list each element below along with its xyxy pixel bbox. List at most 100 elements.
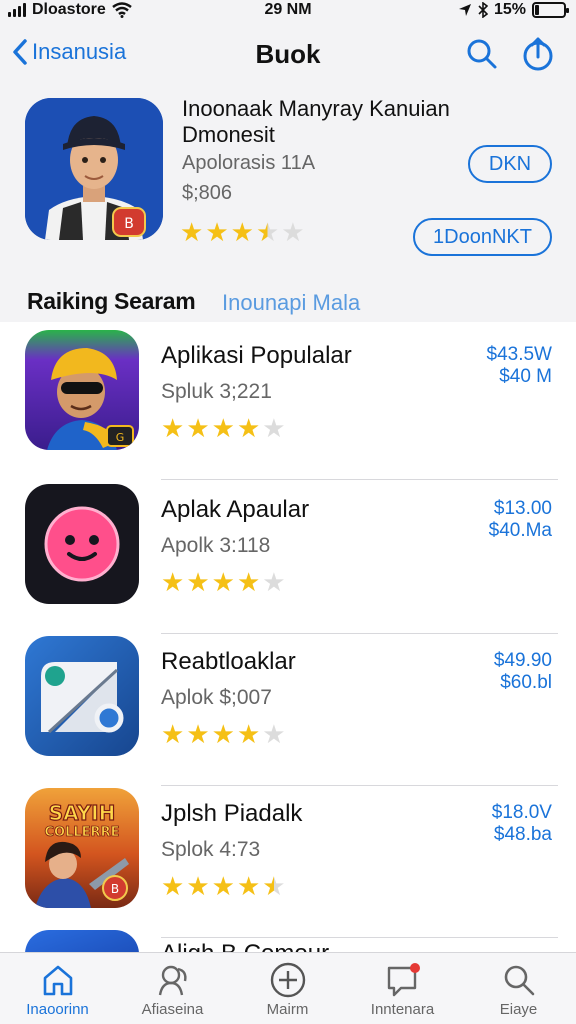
featured-app-rating: ★ ★ ★ ★ ★ — [180, 220, 305, 246]
star-icon: ★ — [161, 720, 185, 750]
app-list-item[interactable]: G Aplikasi Populalar Spluk 3;221 ★ ★ ★ ★ ★ $… — [0, 330, 576, 480]
star-icon: ★ — [186, 720, 210, 750]
tab-people[interactable]: Afiaseina — [115, 953, 230, 1024]
battery-percent: 15% — [493, 1, 526, 18]
app-price-primary: $13.00 — [493, 498, 552, 519]
app-icon-smiley[interactable] — [25, 484, 139, 604]
app-subtitle: Splok 4:73 — [161, 838, 261, 861]
star-icon: ★ — [262, 568, 286, 598]
app-price-secondary: $60.bl — [500, 672, 552, 693]
home-icon — [40, 962, 76, 998]
search-button[interactable] — [464, 36, 500, 72]
tab-label: Mairm — [266, 1001, 309, 1018]
app-rating: ★ ★ ★ ★ ★ — [161, 874, 286, 900]
app-icon-game[interactable]: SAYIH COLLERRE B — [25, 788, 139, 908]
app-title: Aplikasi Populalar — [161, 342, 352, 369]
section-header: Raiking Searam Inounapi Mala — [0, 286, 576, 320]
star-icon: ★ — [161, 414, 185, 444]
section-see-all-link[interactable]: Inounapi Mala — [222, 290, 360, 316]
game-icon-word-2: COLLERRE — [45, 825, 120, 840]
app-price-secondary: $48.ba — [493, 824, 552, 845]
featured-app[interactable]: B Inoonaak Manyray Kanuian Dmonesit Apol… — [0, 96, 576, 256]
star-icon: ★ — [262, 720, 286, 750]
search-icon — [467, 39, 497, 69]
tab-label: Eiaye — [499, 1001, 538, 1018]
star-icon: ★ — [211, 568, 235, 598]
app-price-secondary: $40 M — [499, 366, 552, 387]
diagonal-shape-icon — [25, 636, 139, 756]
star-icon: ★ — [211, 720, 235, 750]
app-list-item[interactable]: Aplak Apaular Apolk 3:118 ★ ★ ★ ★ ★ $13.00 $… — [0, 484, 576, 634]
game-adventure-icon: SAYIH COLLERRE B — [25, 788, 139, 908]
svg-text:B: B — [111, 882, 119, 896]
chat-badge-icon — [385, 962, 421, 998]
status-right: 15% — [458, 1, 569, 19]
tab-label: Inntenara — [370, 1001, 435, 1018]
app-rating: ★ ★ ★ ★ ★ — [161, 416, 286, 442]
tab-label: Afiaseina — [141, 1001, 204, 1018]
svg-text:G: G — [116, 431, 125, 444]
tab-add[interactable]: Mairm — [230, 953, 345, 1024]
star-icon: ★ — [186, 568, 210, 598]
star-icon: ★ — [230, 218, 254, 248]
star-icon: ★ — [180, 218, 204, 248]
app-list-item[interactable]: Reabtloaklar Aplok $;007 ★ ★ ★ ★ ★ $49.90 $6… — [0, 636, 576, 786]
tab-home[interactable]: Inaoorinn — [0, 953, 115, 1024]
tab-label: Inaoorinn — [26, 1001, 89, 1018]
app-title: Aplak Apaular — [161, 496, 310, 523]
star-icon: ★ — [211, 872, 235, 902]
app-price-secondary: $40.Ma — [488, 520, 552, 541]
tab-messages[interactable]: Inntenara — [345, 953, 460, 1024]
app-price: $49.90 $60.bl — [494, 650, 552, 694]
location-arrow-icon — [458, 4, 471, 16]
app-subtitle: Spluk 3;221 — [161, 380, 272, 403]
game-icon-word-1: SAYIH — [49, 801, 116, 825]
app-price: $13.00 $40.Ma — [489, 498, 552, 542]
star-icon: ★ — [281, 218, 305, 248]
download-button[interactable]: 1DoonNKT — [413, 218, 552, 256]
app-icon-diagonal[interactable] — [25, 636, 139, 756]
featured-app-price: $;806 — [182, 182, 233, 204]
share-button[interactable] — [520, 36, 556, 72]
app-price-primary: $43.5W — [486, 344, 552, 365]
star-icon: ★ — [262, 872, 286, 902]
star-icon: ★ — [236, 720, 261, 750]
star-icon: ★ — [161, 568, 185, 598]
star-icon: ★ — [236, 568, 261, 598]
row-divider — [161, 785, 558, 786]
featured-app-icon[interactable]: B — [25, 98, 163, 240]
app-price: $43.5W $40 M — [487, 344, 552, 388]
star-icon: ★ — [186, 414, 210, 444]
star-icon: ★ — [236, 872, 261, 902]
star-icon: ★ — [236, 414, 261, 444]
star-icon: ★ — [161, 872, 185, 902]
app-price: $18.0V $48.ba — [492, 802, 552, 846]
hero-cap-icon: G — [25, 330, 139, 450]
app-title: Reabtloaklar — [161, 648, 296, 675]
people-icon — [155, 962, 191, 998]
plus-circle-icon — [270, 962, 306, 998]
battery-icon — [532, 2, 569, 18]
app-price-primary: $49.90 — [493, 650, 552, 671]
row-divider — [161, 633, 558, 634]
app-rating: ★ ★ ★ ★ ★ — [161, 722, 286, 748]
app-subtitle: Aplok $;007 — [161, 686, 272, 709]
bluetooth-icon — [478, 2, 488, 18]
tab-bar: Inaoorinn Afiaseina Mairm Inntenara Eiay… — [0, 952, 576, 1024]
star-icon: ★ — [255, 218, 280, 248]
app-list-item[interactable]: SAYIH COLLERRE B Jplsh Piadalk Splok 4:7… — [0, 788, 576, 938]
featured-app-title: Inoonaak Manyray Kanuian Dmonesit — [182, 96, 450, 147]
share-icon — [523, 37, 553, 71]
section-title: Raiking Searam — [27, 288, 196, 314]
app-subtitle: Apolk 3:118 — [161, 534, 271, 557]
app-title: Jplsh Piadalk — [161, 800, 303, 827]
app-price-primary: $18.0V — [491, 802, 552, 823]
row-divider — [161, 479, 558, 480]
get-button[interactable]: DKN — [468, 145, 552, 183]
status-bar: Dloastore 29 NM 15% — [0, 0, 576, 24]
nav-bar: Insanusia Buok — [0, 30, 576, 82]
app-icon-hero-cap[interactable]: G — [25, 330, 139, 450]
star-icon: ★ — [186, 872, 210, 902]
app-rating: ★ ★ ★ ★ ★ — [161, 570, 286, 596]
tab-search[interactable]: Eiaye — [461, 953, 576, 1024]
